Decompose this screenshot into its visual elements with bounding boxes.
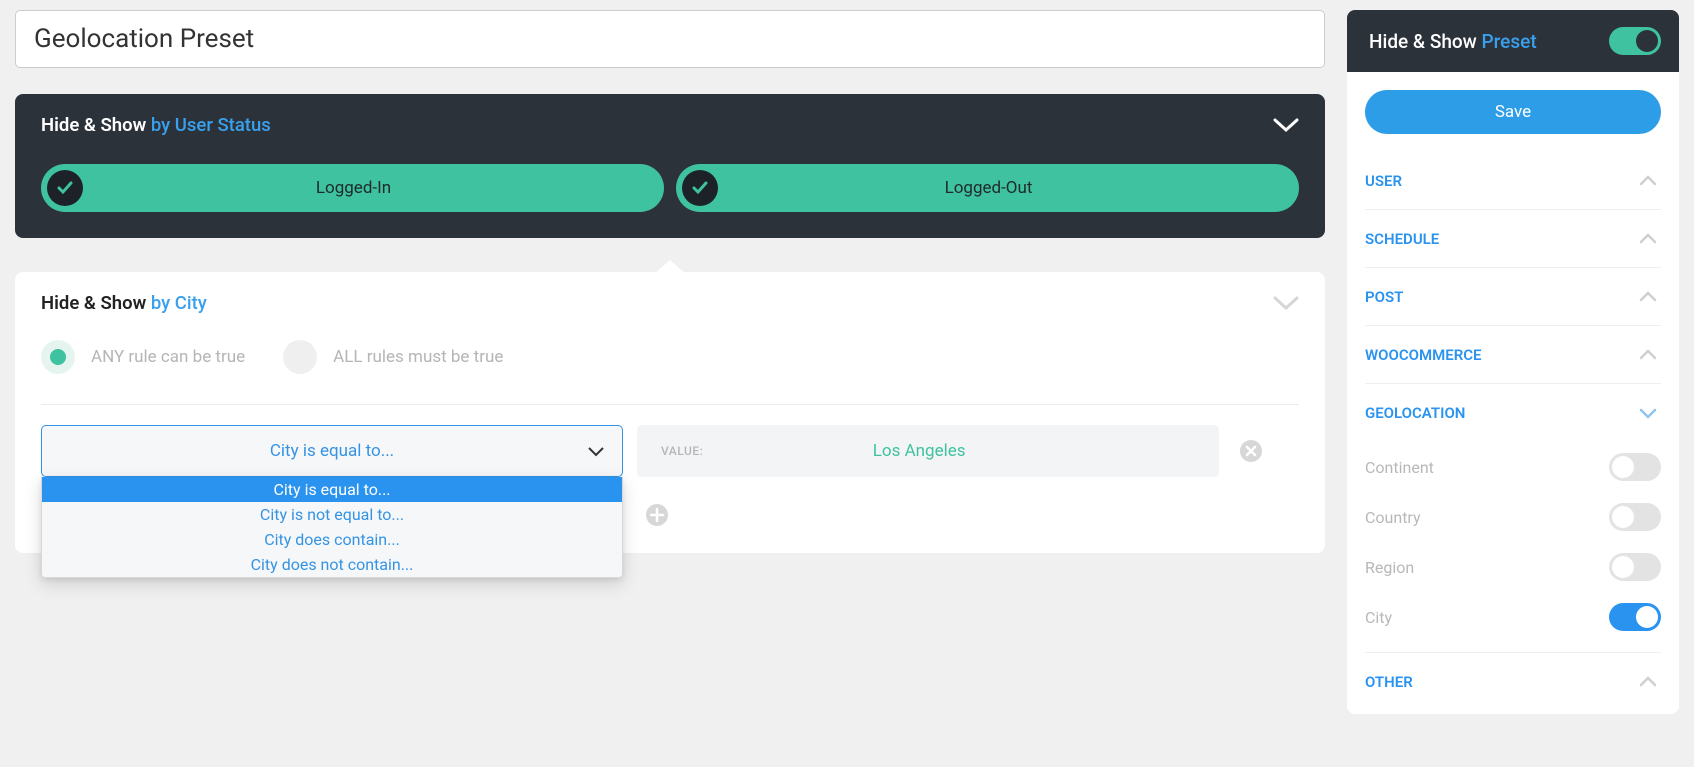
radio-all-rules[interactable]: ALL rules must be true xyxy=(283,340,503,374)
preset-enable-toggle[interactable] xyxy=(1609,27,1661,55)
chevron-up-icon xyxy=(1639,345,1657,364)
collapse-toggle[interactable] xyxy=(1273,296,1299,312)
save-button[interactable]: Save xyxy=(1365,90,1661,134)
dropdown-option[interactable]: City does not contain... xyxy=(42,552,622,577)
category-label: WOOCOMMERCE xyxy=(1365,346,1482,364)
panel-city: Hide & Show by City ANY rule can be true… xyxy=(15,272,1325,553)
preset-name-input[interactable] xyxy=(15,10,1325,68)
chevron-up-icon xyxy=(1639,171,1657,190)
panel-user-status: Hide & Show by User Status Logged-In L xyxy=(15,94,1325,238)
collapse-toggle[interactable] xyxy=(1273,118,1299,134)
panel-title-prefix: Hide & Show xyxy=(41,292,146,314)
category-label: OTHER xyxy=(1365,673,1413,691)
category-woocommerce[interactable]: WOOCOMMERCE xyxy=(1365,326,1661,384)
sub-label: City xyxy=(1365,608,1392,627)
sidebar-title-prefix: Hide & Show xyxy=(1369,30,1477,53)
geo-continent-row: Continent xyxy=(1365,442,1661,492)
rule-value-field[interactable]: VALUE: xyxy=(637,425,1219,477)
category-post[interactable]: POST xyxy=(1365,268,1661,326)
plus-circle-icon xyxy=(645,503,669,527)
category-schedule[interactable]: SCHEDULE xyxy=(1365,210,1661,268)
category-label: POST xyxy=(1365,288,1403,306)
chevron-down-icon xyxy=(1639,404,1657,423)
rule-value-input[interactable] xyxy=(643,441,1195,461)
chevron-up-icon xyxy=(1639,287,1657,306)
sub-label: Country xyxy=(1365,508,1421,527)
region-toggle[interactable] xyxy=(1609,553,1661,581)
sidebar-title-suffix: Preset xyxy=(1482,30,1537,53)
sub-label: Continent xyxy=(1365,458,1434,477)
category-other[interactable]: OTHER xyxy=(1365,652,1661,710)
pill-label: Logged-In xyxy=(47,178,660,198)
divider xyxy=(41,404,1299,405)
panel-title-suffix: by User Status xyxy=(151,114,271,136)
category-label: SCHEDULE xyxy=(1365,230,1439,248)
panel-title: Hide & Show by User Status xyxy=(41,114,1299,136)
close-circle-icon xyxy=(1239,439,1263,463)
panel-title-suffix: by City xyxy=(151,292,207,314)
radio-label: ALL rules must be true xyxy=(333,347,503,367)
panel-title: Hide & Show by City xyxy=(41,292,1299,314)
sidebar-header: Hide & Show Preset xyxy=(1347,10,1679,72)
sidebar-title: Hide & Show Preset xyxy=(1369,30,1537,53)
category-geolocation[interactable]: GEOLOCATION xyxy=(1365,384,1661,442)
geo-country-row: Country xyxy=(1365,492,1661,542)
country-toggle[interactable] xyxy=(1609,503,1661,531)
geo-region-row: Region xyxy=(1365,542,1661,592)
panel-title-prefix: Hide & Show xyxy=(41,114,146,136)
radio-any-rule[interactable]: ANY rule can be true xyxy=(41,340,245,374)
add-rule-button[interactable] xyxy=(645,503,669,527)
dropdown-option[interactable]: City is not equal to... xyxy=(42,502,622,527)
rule-row: City is equal to... City is equal to... … xyxy=(41,425,1299,477)
category-label: GEOLOCATION xyxy=(1365,404,1465,422)
radio-label: ANY rule can be true xyxy=(91,347,245,367)
category-label: USER xyxy=(1365,172,1402,190)
pill-label: Logged-Out xyxy=(682,178,1295,198)
chevron-down-icon xyxy=(588,442,604,461)
continent-toggle[interactable] xyxy=(1609,453,1661,481)
chevron-up-icon xyxy=(1639,229,1657,248)
select-value: City is equal to... xyxy=(60,441,604,461)
remove-rule-button[interactable] xyxy=(1239,439,1263,463)
operator-dropdown: City is equal to... City is not equal to… xyxy=(41,477,623,578)
rule-operator-select[interactable]: City is equal to... xyxy=(41,425,623,477)
sub-label: Region xyxy=(1365,558,1414,577)
city-toggle[interactable] xyxy=(1609,603,1661,631)
chevron-down-icon xyxy=(1273,296,1299,312)
dropdown-option[interactable]: City does contain... xyxy=(42,527,622,552)
dropdown-option[interactable]: City is equal to... xyxy=(42,477,622,502)
sidebar-body: Save USER SCHEDULE POST WOOCOMMERCE GEOL… xyxy=(1347,72,1679,714)
category-user[interactable]: USER xyxy=(1365,152,1661,210)
pill-logged-in[interactable]: Logged-In xyxy=(41,164,664,212)
chevron-down-icon xyxy=(1273,118,1299,134)
pill-logged-out[interactable]: Logged-Out xyxy=(676,164,1299,212)
chevron-up-icon xyxy=(1639,672,1657,691)
panel-arrow-indicator xyxy=(654,260,686,274)
geo-city-row: City xyxy=(1365,592,1661,642)
